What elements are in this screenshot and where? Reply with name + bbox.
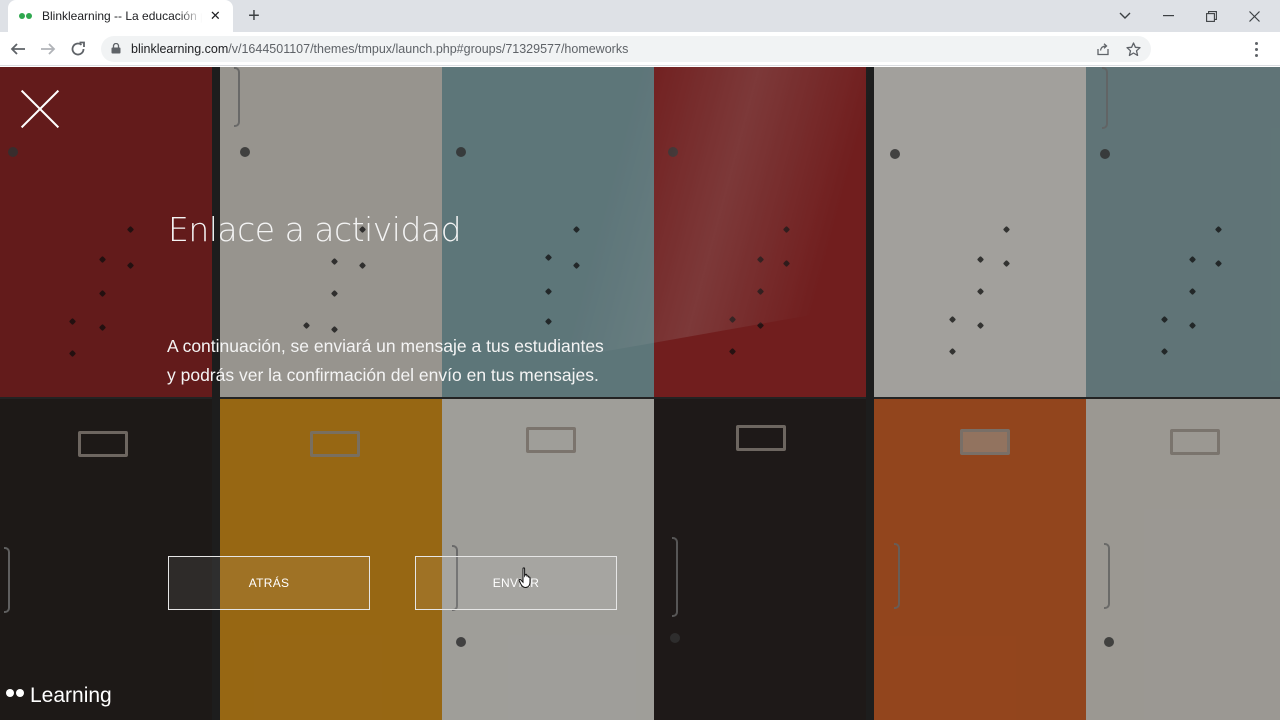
back-arrow-icon[interactable] xyxy=(6,37,30,61)
lock-icon[interactable] xyxy=(111,43,121,54)
close-overlay-icon[interactable] xyxy=(20,89,60,129)
page-title: Enlace a actividad xyxy=(168,210,462,249)
bookmark-star-icon[interactable] xyxy=(1124,40,1142,58)
lockers-background-image xyxy=(0,67,1280,720)
forward-arrow-icon[interactable] xyxy=(36,37,60,61)
send-button[interactable]: ENVIAR xyxy=(415,556,617,610)
tab-close-icon[interactable]: ✕ xyxy=(208,8,223,24)
blink-dots-icon xyxy=(6,689,24,697)
share-icon[interactable] xyxy=(1094,40,1112,58)
hand-pointer-cursor-icon xyxy=(518,567,531,589)
minimize-window-button[interactable] xyxy=(1146,0,1190,32)
browser-toolbar: blinklearning.com/v/1644501107/themes/tm… xyxy=(0,32,1280,66)
back-button[interactable]: ATRÁS xyxy=(168,556,370,610)
confirmation-message: A continuación, se enviará un mensaje a … xyxy=(167,336,604,385)
activity-link-screen: Enlace a actividad A continuación, se en… xyxy=(0,67,1280,720)
url-text[interactable]: blinklearning.com/v/1644501107/themes/tm… xyxy=(131,36,628,62)
tab-title: Blinklearning -- La educación per xyxy=(42,9,202,23)
blinklearning-logo: Learning xyxy=(6,684,112,708)
browser-menu-icon[interactable] xyxy=(1246,37,1266,61)
restore-window-button[interactable] xyxy=(1189,0,1233,32)
blinklearning-favicon-icon xyxy=(18,11,34,21)
close-window-button[interactable] xyxy=(1232,0,1276,32)
new-tab-button[interactable]: + xyxy=(243,4,265,28)
brand-text: Learning xyxy=(30,684,112,707)
reload-icon[interactable] xyxy=(66,37,90,61)
browser-tab-bar: Blinklearning -- La educación per ✕ + xyxy=(0,0,1280,32)
address-bar[interactable]: blinklearning.com/v/1644501107/themes/tm… xyxy=(101,36,1151,62)
browser-tab[interactable]: Blinklearning -- La educación per ✕ xyxy=(8,0,233,32)
tab-search-chevron-icon[interactable] xyxy=(1103,0,1147,32)
